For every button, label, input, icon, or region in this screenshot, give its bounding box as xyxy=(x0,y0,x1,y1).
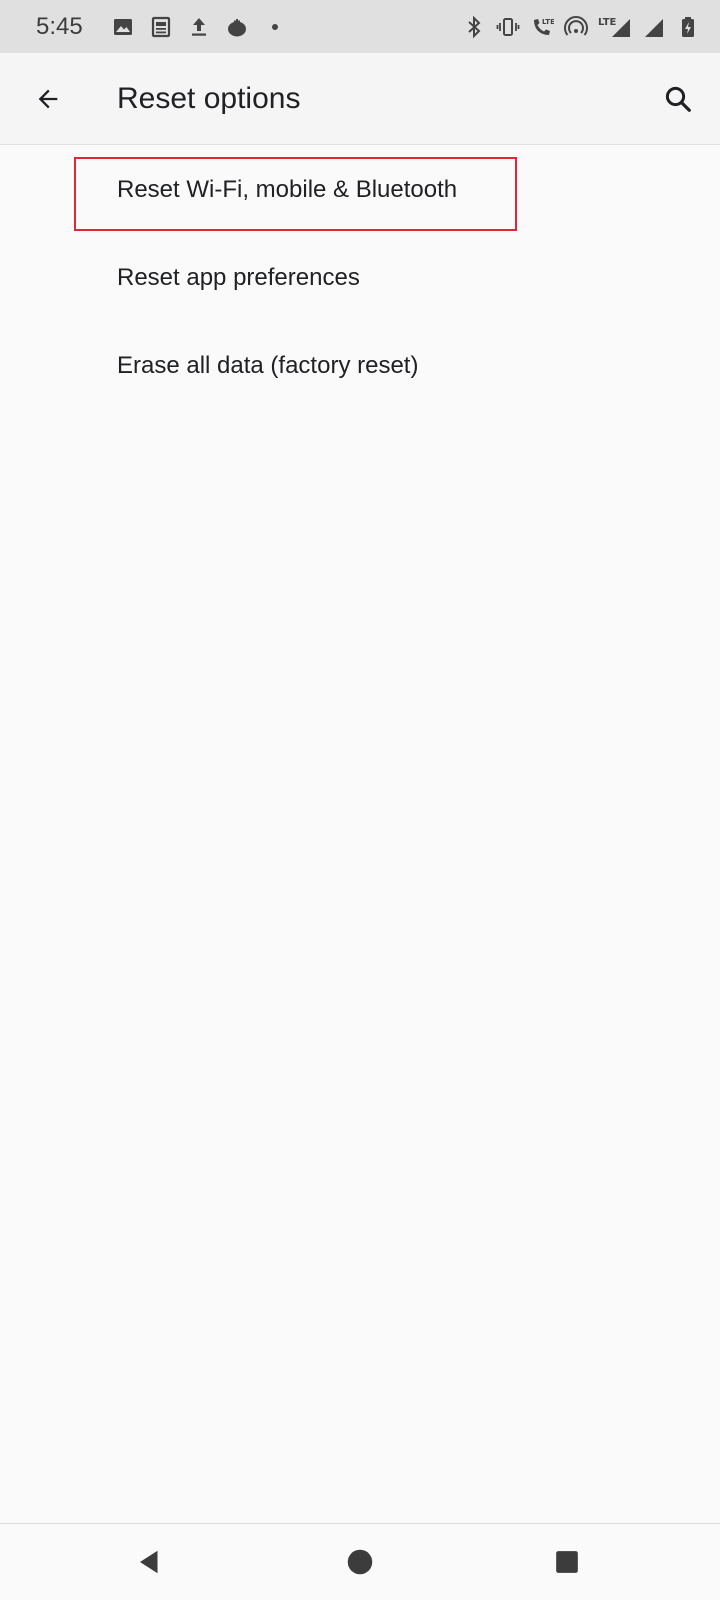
tomato-icon xyxy=(225,15,249,39)
battery-icon xyxy=(676,15,700,39)
signal-icon xyxy=(642,15,666,39)
image-icon xyxy=(111,15,135,39)
hotspot-icon xyxy=(564,15,588,39)
nav-home-button[interactable] xyxy=(334,1536,386,1588)
nav-back-icon xyxy=(140,1550,158,1574)
search-button[interactable] xyxy=(654,75,702,123)
upload-icon xyxy=(187,15,211,39)
back-button[interactable] xyxy=(24,75,72,123)
status-notification-icons xyxy=(111,15,287,39)
status-bar: 5:45 LTE LTE xyxy=(0,0,720,53)
arrow-back-icon xyxy=(38,89,58,109)
status-time: 5:45 xyxy=(36,12,83,40)
svg-text:LTE: LTE xyxy=(598,17,617,28)
app-bar: Reset options xyxy=(0,53,720,145)
vibrate-icon xyxy=(496,15,520,39)
nav-recents-button[interactable] xyxy=(541,1536,593,1588)
nav-home-icon xyxy=(347,1549,373,1575)
status-system-icons: LTE LTE xyxy=(462,15,700,39)
search-icon xyxy=(665,86,691,112)
reset-options-list: Reset Wi-Fi, mobile & Bluetooth Reset ap… xyxy=(0,146,720,410)
news-icon xyxy=(149,15,173,39)
nav-back-button[interactable] xyxy=(124,1536,176,1588)
nav-recents-icon xyxy=(556,1551,578,1573)
option-reset-wifi-mobile-bluetooth[interactable]: Reset Wi-Fi, mobile & Bluetooth xyxy=(0,146,720,234)
option-erase-all-data[interactable]: Erase all data (factory reset) xyxy=(0,322,720,410)
dot-icon xyxy=(263,15,287,39)
bluetooth-icon xyxy=(462,15,486,39)
option-reset-app-preferences[interactable]: Reset app preferences xyxy=(0,234,720,322)
lte-signal-icon: LTE xyxy=(598,15,632,39)
navigation-bar xyxy=(0,1523,720,1600)
svg-text:LTE: LTE xyxy=(542,18,554,26)
page-title: Reset options xyxy=(117,82,301,115)
lte-call-icon: LTE xyxy=(530,15,554,39)
